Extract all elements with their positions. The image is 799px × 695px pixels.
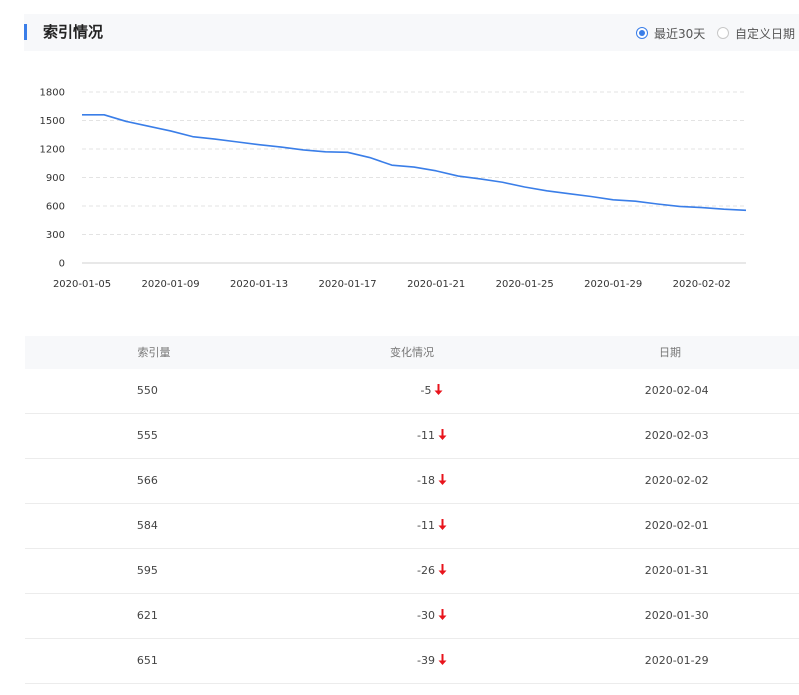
y-tick-label: 1800 [40,88,65,99]
cell-count: 550 [136,384,158,397]
radio-last-30-days-label: 最近30天 [654,26,706,41]
cell-date: 2020-01-31 [644,564,709,577]
table-row: 595 -26 2020-01-31 [25,549,799,594]
table-row: 651 -39 2020-01-29 [25,639,799,684]
arrow-down-icon [438,654,447,665]
change-value: -11 [417,519,435,532]
x-tick-label: 2020-01-25 [496,279,554,290]
change-value: -18 [417,474,435,487]
table-row: 555 -11 2020-02-03 [25,414,799,459]
cell-date: 2020-02-03 [644,429,709,442]
cell-date: 2020-01-30 [644,609,709,622]
cell-count: 584 [136,519,158,532]
section-title: 索引情况 [43,23,104,41]
table-row: 621 -30 2020-01-30 [25,594,799,639]
arrow-down-icon [438,519,447,530]
x-tick-label: 2020-01-13 [230,279,288,290]
cell-change: -11 [270,414,555,458]
cell-date: 2020-02-02 [644,474,709,487]
cell-date: 2020-02-04 [644,384,709,397]
change-value: -39 [417,654,435,667]
cell-change: -30 [270,594,555,638]
cell-count: 595 [136,564,158,577]
cell-count: 621 [136,609,158,622]
arrow-down-icon [438,429,447,440]
arrow-down-icon [438,564,447,575]
cell-change: -39 [270,639,555,683]
x-tick-label: 2020-02-02 [673,279,731,290]
cell-change: -11 [270,504,555,548]
y-tick-label: 1200 [40,145,65,156]
y-tick-label: 1500 [40,116,65,127]
column-header-count: 索引量 [137,346,171,359]
table-header: 索引量 变化情况 日期 [25,336,799,369]
x-tick-label: 2020-01-17 [319,279,377,290]
cell-count: 566 [136,474,158,487]
change-value: -30 [417,609,435,622]
y-tick-label: 900 [46,173,65,184]
arrow-down-icon [438,609,447,620]
column-header-change: 变化情况 [390,346,434,359]
arrow-down-icon [438,474,447,485]
cell-date: 2020-01-29 [644,654,709,667]
column-header-date: 日期 [659,346,681,359]
cell-date: 2020-02-01 [644,519,709,532]
y-tick-label: 300 [46,230,65,241]
change-value: -26 [417,564,435,577]
section-header: 索引情况 最近30天 自定义日期 [24,14,799,51]
arrow-down-icon [434,384,443,395]
change-value: -11 [417,429,435,442]
cell-count: 555 [136,429,158,442]
cell-change: -26 [270,549,555,593]
table-body: 550 -5 2020-02-04 555 -11 2020-02-03 566 -18 202… [25,369,799,684]
x-tick-label: 2020-01-09 [141,279,199,290]
table-row: 566 -18 2020-02-02 [25,459,799,504]
cell-count: 651 [136,654,158,667]
y-tick-label: 0 [59,259,65,270]
index-line-chart: 0 300 600 900 1200 1500 1800 2020-01-05 2020-01-… [40,88,747,290]
radio-checked-icon [636,27,648,39]
x-tick-label: 2020-01-05 [53,279,111,290]
radio-unchecked-icon [717,27,729,39]
series-line [82,113,747,212]
header-accent-bar [24,24,27,40]
table-row: 584 -11 2020-02-01 [25,504,799,549]
cell-change: -18 [270,459,555,503]
x-tick-label: 2020-01-29 [584,279,642,290]
x-tick-label: 2020-01-21 [407,279,465,290]
change-value: -5 [420,384,432,397]
cell-change: -5 [270,369,555,413]
y-tick-label: 600 [46,202,65,213]
radio-custom-date-label: 自定义日期 [735,26,796,41]
index-table: 索引量 变化情况 日期 550 -5 2020-02-04 555 -11 2020-02… [25,336,799,684]
table-row: 550 -5 2020-02-04 [25,369,799,414]
radio-custom-date[interactable]: 自定义日期 [717,24,795,42]
radio-last-30-days[interactable]: 最近30天 [636,24,705,42]
